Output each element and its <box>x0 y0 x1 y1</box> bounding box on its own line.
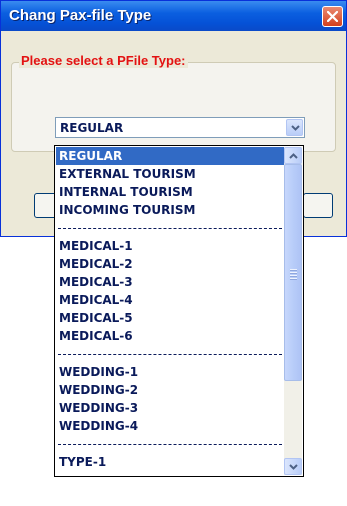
list-item[interactable]: EXTERNAL TOURISM <box>56 165 286 183</box>
cancel-button[interactable] <box>303 193 333 218</box>
grip-icon <box>290 269 297 281</box>
list-item[interactable]: REGULAR <box>56 147 286 165</box>
list-item[interactable]: WEDDING-1 <box>56 363 286 381</box>
scrollbar-thumb[interactable] <box>284 164 302 381</box>
list-item[interactable]: MEDICAL-4 <box>56 291 286 309</box>
dropdown-scrollbar[interactable] <box>284 147 302 475</box>
list-item[interactable]: MEDICAL-5 <box>56 309 286 327</box>
list-item[interactable]: TYPE-1 <box>56 453 286 471</box>
list-item[interactable]: INTERNAL TOURISM <box>56 183 286 201</box>
list-separator <box>56 435 286 453</box>
list-separator <box>56 219 286 237</box>
list-item[interactable]: MEDICAL-2 <box>56 255 286 273</box>
list-item[interactable]: MEDICAL-3 <box>56 273 286 291</box>
pfile-type-group <box>11 62 336 152</box>
list-item[interactable]: WEDDING-3 <box>56 399 286 417</box>
chevron-down-icon <box>289 464 298 470</box>
close-icon <box>327 11 338 22</box>
combo-selected-value: REGULAR <box>60 121 124 135</box>
list-item[interactable]: MEDICAL-6 <box>56 327 286 345</box>
pfile-type-combobox[interactable]: REGULAR <box>55 117 305 138</box>
dropdown-items: REGULAR EXTERNAL TOURISM INTERNAL TOURISM I… <box>56 147 286 471</box>
pfile-type-dropdown-list[interactable]: REGULAR EXTERNAL TOURISM INTERNAL TOURISM I… <box>54 145 304 477</box>
combo-dropdown-button[interactable] <box>286 119 303 136</box>
chevron-up-icon <box>289 153 298 159</box>
title-bar[interactable]: Chang Pax-file Type <box>1 1 346 31</box>
scroll-up-button[interactable] <box>284 147 302 164</box>
list-separator <box>56 345 286 363</box>
list-item[interactable]: INCOMING TOURISM <box>56 201 286 219</box>
list-item[interactable]: WEDDING-2 <box>56 381 286 399</box>
list-item[interactable]: MEDICAL-1 <box>56 237 286 255</box>
list-item[interactable]: WEDDING-4 <box>56 417 286 435</box>
window-title: Chang Pax-file Type <box>9 7 152 24</box>
chevron-down-icon <box>291 125 300 131</box>
scroll-down-button[interactable] <box>284 458 302 475</box>
group-legend: Please select a PFile Type: <box>19 53 188 68</box>
close-button[interactable] <box>322 6 343 27</box>
